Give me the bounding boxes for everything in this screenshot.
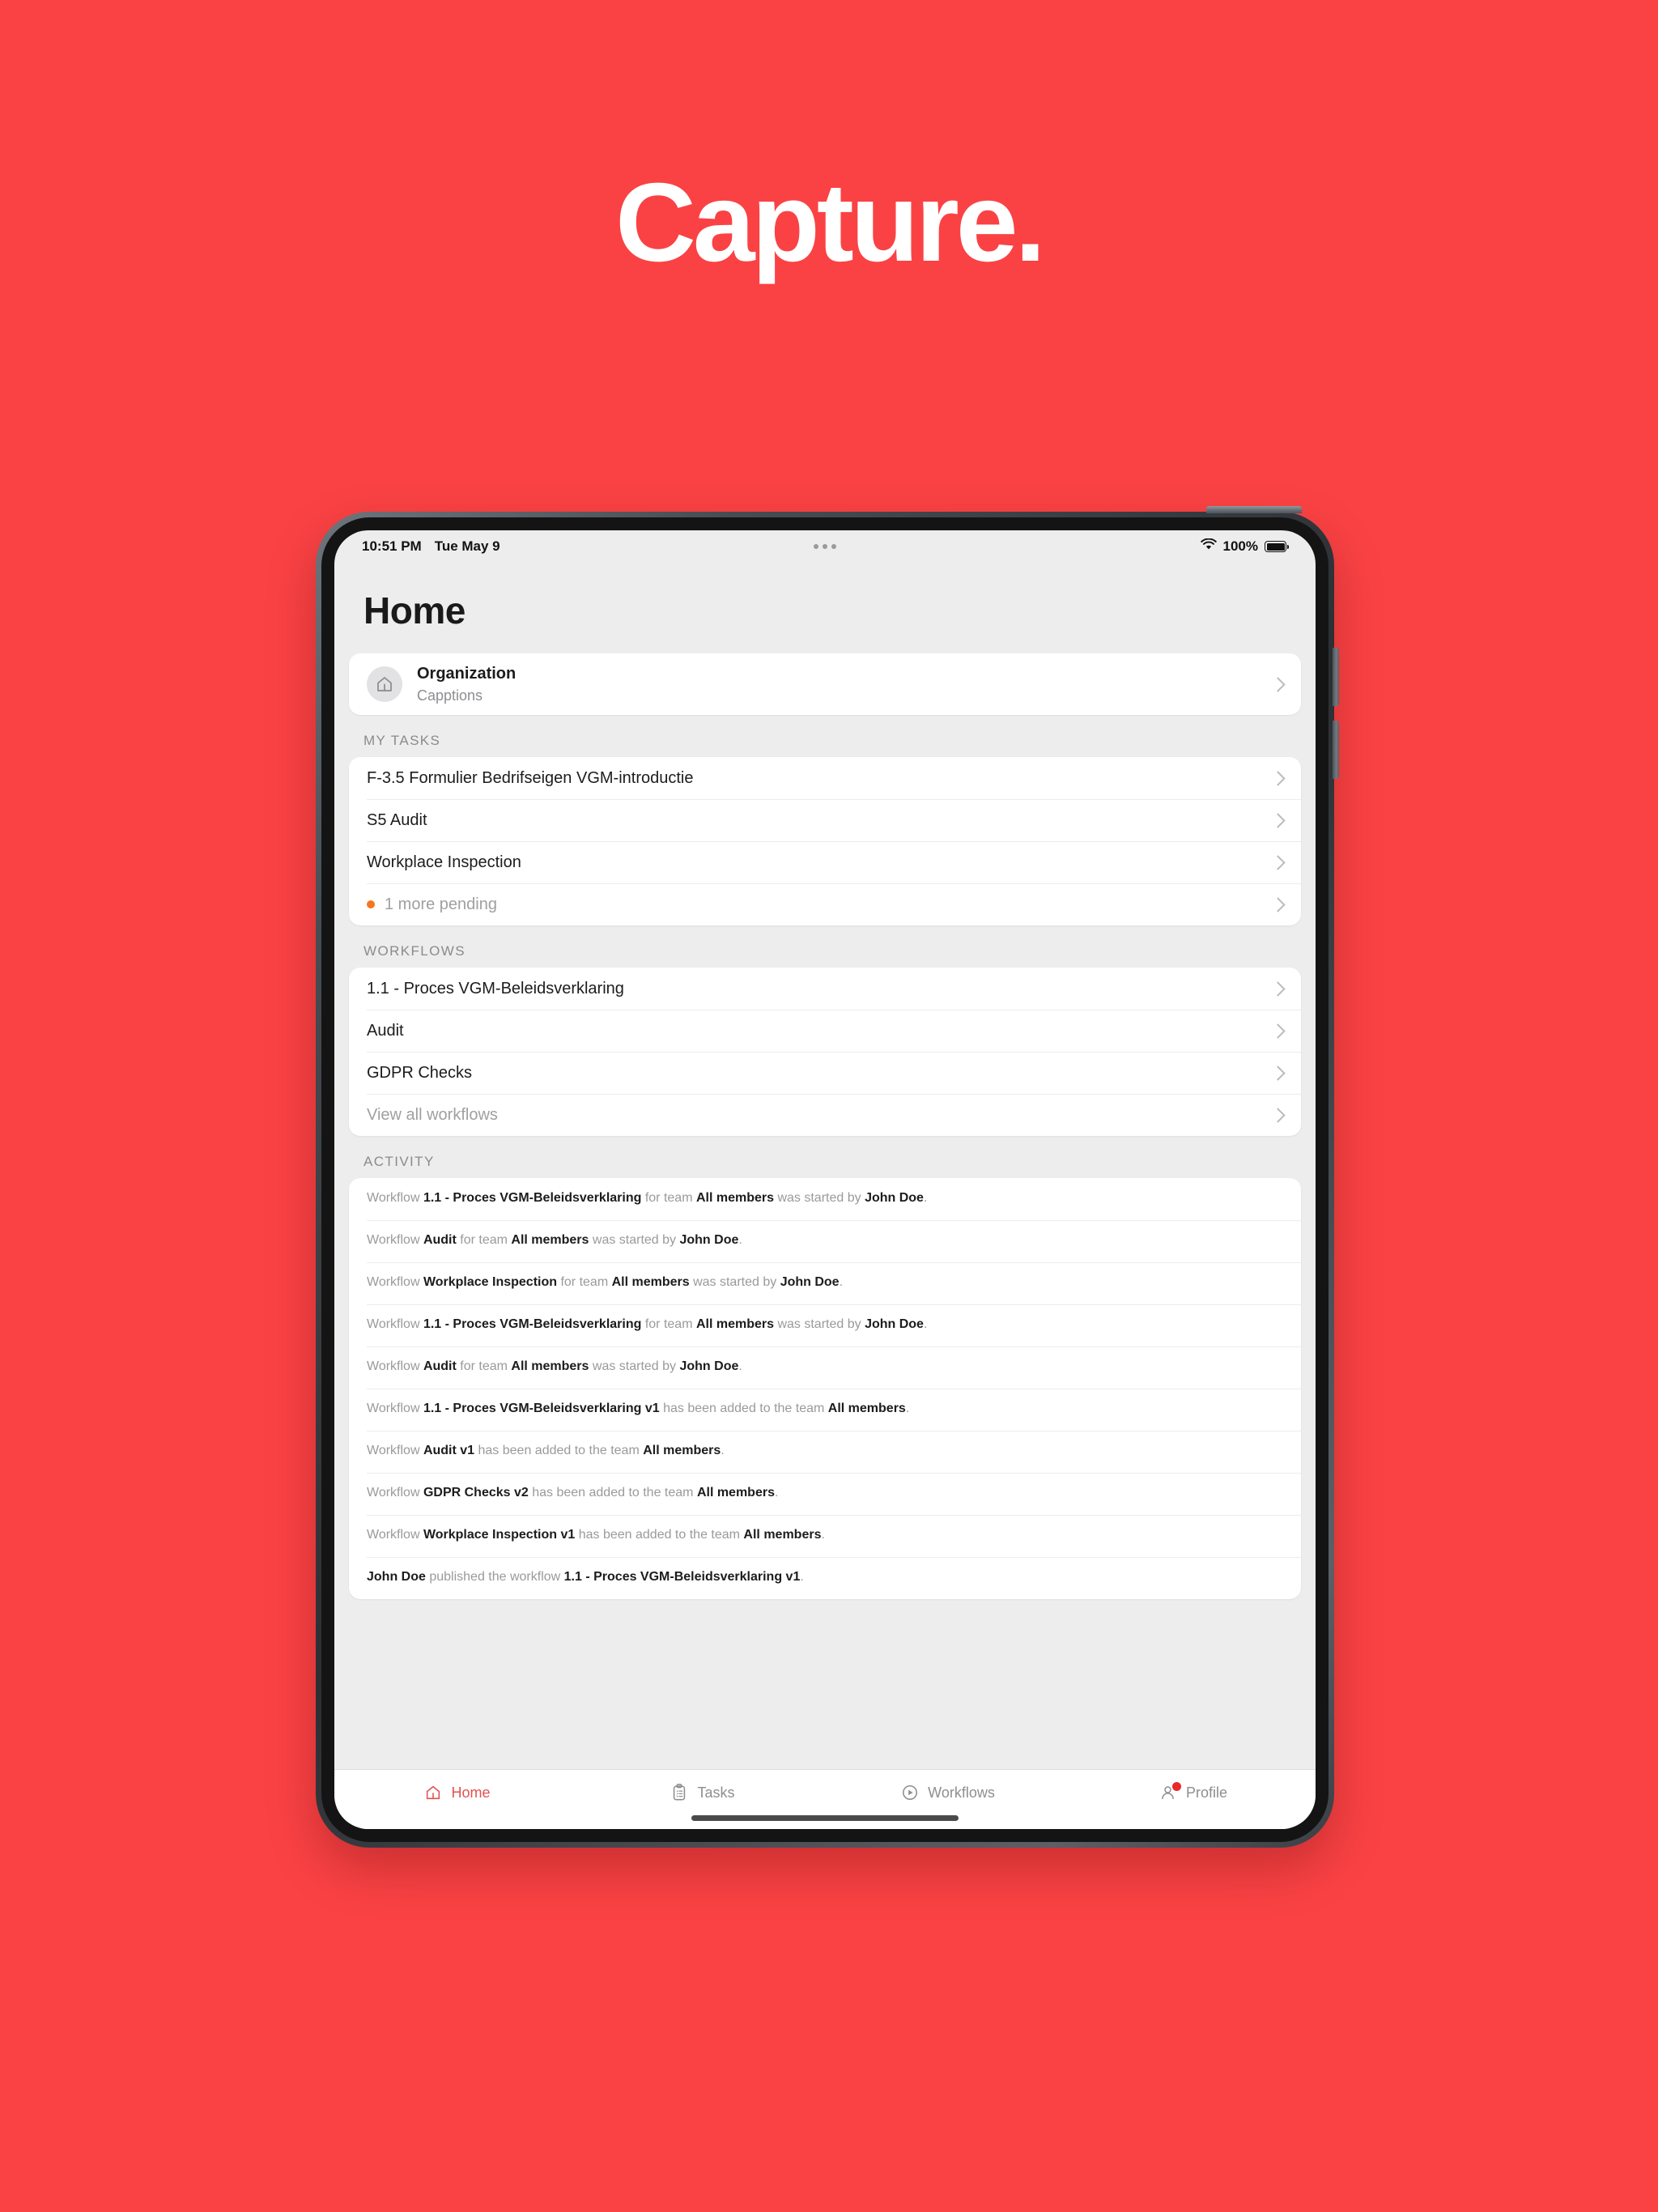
chevron-right-icon: [1270, 1108, 1286, 1123]
home-scroll-content[interactable]: Organization Capptions MY TASKS F-3.5 For…: [334, 653, 1316, 1769]
hero-banner: Capture.: [0, 0, 1658, 502]
activity-item: Workflow Workplace Inspection v1 has bee…: [349, 1515, 1301, 1557]
clipboard-icon: [670, 1783, 689, 1802]
hero-title: Capture.: [615, 160, 1046, 285]
section-header: WORKFLOWS: [363, 943, 466, 959]
chevron-right-icon: [1270, 1066, 1286, 1081]
page-title: Home: [363, 589, 466, 632]
list-item-label: 1 more pending: [385, 895, 497, 913]
status-bar: 10:51 PM Tue May 9 100%: [334, 530, 1316, 563]
list-item[interactable]: GDPR Checks: [349, 1052, 1301, 1094]
battery-percent: 100%: [1222, 538, 1258, 554]
organization-row[interactable]: Organization Capptions: [349, 653, 1301, 715]
tab-label: Home: [451, 1784, 491, 1801]
tab-workflows[interactable]: Workflows: [825, 1783, 1070, 1802]
notification-badge-icon: [1171, 1782, 1181, 1791]
activity-item: Workflow GDPR Checks v2 has been added t…: [349, 1473, 1301, 1515]
chevron-right-icon: [1270, 813, 1286, 828]
status-time: 10:51 PM: [362, 538, 422, 554]
activity-item: Workflow Audit for team All members was …: [349, 1220, 1301, 1262]
pending-status-dot-icon: [367, 900, 375, 909]
sections-container: MY TASKS F-3.5 Formulier Bedrifseigen VGM…: [349, 715, 1301, 1137]
home-indicator[interactable]: [691, 1815, 959, 1821]
activity-item: Workflow 1.1 - Proces VGM-Beleidsverklar…: [349, 1304, 1301, 1346]
list-item[interactable]: Workplace Inspection: [349, 841, 1301, 883]
power-button[interactable]: [1206, 506, 1302, 513]
chevron-right-icon: [1270, 897, 1286, 912]
list-item[interactable]: 1 more pending: [349, 883, 1301, 925]
activity-item: Workflow Audit for team All members was …: [349, 1346, 1301, 1389]
status-bar-right: 100%: [1200, 538, 1289, 555]
activity-item: Workflow 1.1 - Proces VGM-Beleidsverklar…: [349, 1389, 1301, 1431]
status-date: Tue May 9: [434, 538, 500, 554]
chevron-right-icon: [1270, 1023, 1286, 1039]
home-icon: [423, 1783, 443, 1802]
section-card: F-3.5 Formulier Bedrifseigen VGM-introdu…: [349, 757, 1301, 926]
list-item-label: 1.1 - Proces VGM-Beleidsverklaring: [367, 979, 624, 998]
list-item[interactable]: 1.1 - Proces VGM-Beleidsverklaring: [349, 968, 1301, 1010]
chevron-right-icon: [1270, 676, 1286, 692]
chevron-right-icon: [1270, 981, 1286, 997]
tablet-device-mockup: 10:51 PM Tue May 9 100% Home Organizatio…: [316, 506, 1339, 1848]
activity-item: Workflow Workplace Inspection for team A…: [349, 1262, 1301, 1304]
organization-text: Organization Capptions: [417, 663, 1260, 705]
volume-down-button[interactable]: [1333, 721, 1339, 779]
activity-item: Workflow Audit v1 has been added to the …: [349, 1431, 1301, 1473]
list-item[interactable]: View all workflows: [349, 1094, 1301, 1136]
section-header-activity: ACTIVITY: [363, 1154, 435, 1170]
tab-label: Workflows: [928, 1784, 995, 1801]
volume-up-button[interactable]: [1333, 648, 1339, 706]
tab-label: Tasks: [697, 1784, 735, 1801]
tablet-screen: 10:51 PM Tue May 9 100% Home Organizatio…: [334, 530, 1316, 1829]
organization-card[interactable]: Organization Capptions: [349, 653, 1301, 716]
activity-item: John Doe published the workflow 1.1 - Pr…: [349, 1557, 1301, 1599]
list-item[interactable]: F-3.5 Formulier Bedrifseigen VGM-introdu…: [349, 757, 1301, 799]
home-building-icon: [367, 666, 402, 703]
tab-label: Profile: [1185, 1784, 1228, 1801]
list-item-label: GDPR Checks: [367, 1063, 473, 1082]
list-item[interactable]: Audit: [349, 1010, 1301, 1052]
list-item-label: Workplace Inspection: [367, 853, 521, 871]
section-card: 1.1 - Proces VGM-Beleidsverklaring Audit G…: [349, 968, 1301, 1137]
tab-home[interactable]: Home: [334, 1783, 580, 1802]
play-circle-icon: [900, 1783, 920, 1802]
chevron-right-icon: [1270, 771, 1286, 786]
wifi-icon: [1200, 538, 1217, 555]
activity-card: Workflow 1.1 - Proces VGM-Beleidsverklar…: [349, 1178, 1301, 1600]
list-item-label: View all workflows: [367, 1105, 498, 1124]
tab-tasks[interactable]: Tasks: [580, 1783, 825, 1802]
tabs-container: Home Tasks Workflows Profile: [334, 1782, 1316, 1802]
chevron-right-icon: [1270, 855, 1286, 870]
section-header: MY TASKS: [363, 733, 441, 749]
activity-item: Workflow 1.1 - Proces VGM-Beleidsverklar…: [367, 1191, 928, 1206]
bottom-tab-bar: Home Tasks Workflows Profile: [334, 1769, 1316, 1829]
organization-title: Organization: [417, 665, 517, 683]
status-center-dots-icon: [814, 544, 836, 549]
list-item[interactable]: S5 Audit: [349, 799, 1301, 841]
person-icon: [1158, 1782, 1181, 1802]
list-item-label: F-3.5 Formulier Bedrifseigen VGM-introdu…: [367, 768, 694, 787]
status-bar-left: 10:51 PM Tue May 9: [362, 538, 500, 555]
list-item-label: S5 Audit: [367, 810, 427, 829]
battery-icon: [1265, 541, 1289, 552]
list-item-label: Audit: [367, 1021, 404, 1040]
tab-profile[interactable]: Profile: [1070, 1782, 1316, 1802]
organization-subtitle: Capptions: [417, 687, 483, 704]
